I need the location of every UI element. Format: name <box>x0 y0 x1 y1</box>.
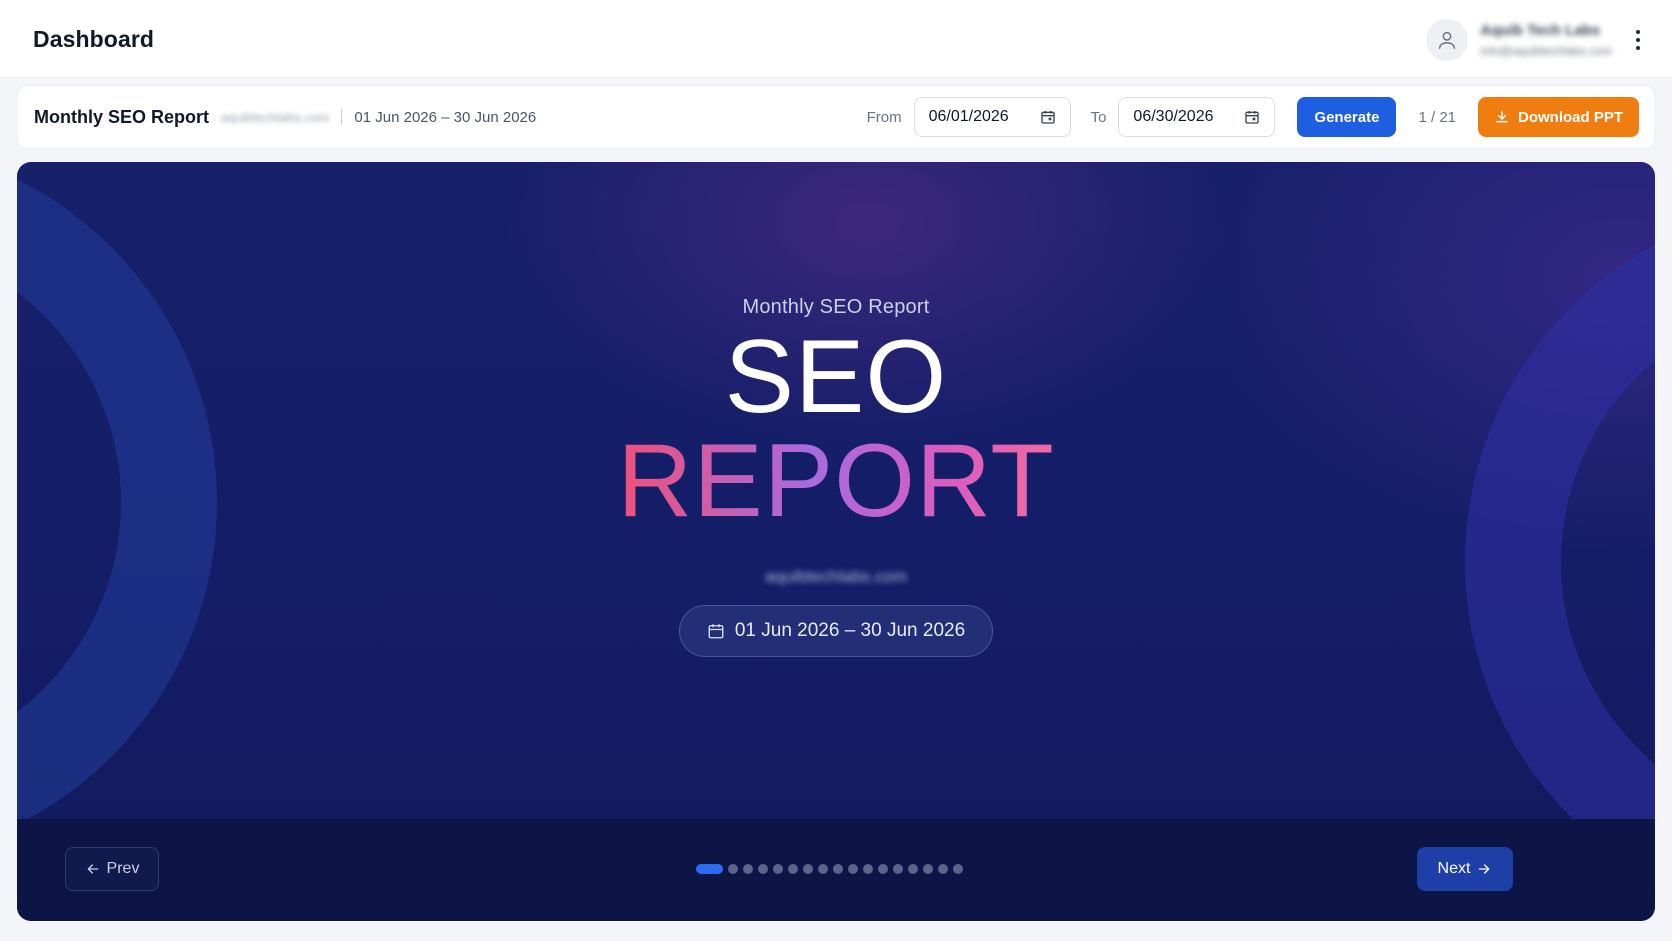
pagination-dot[interactable] <box>788 864 798 874</box>
slide-date-range: 01 Jun 2026 – 30 Jun 2026 <box>734 620 966 641</box>
more-vertical-icon[interactable] <box>1624 20 1652 60</box>
pagination-dot[interactable] <box>758 864 768 874</box>
prev-button[interactable]: Prev <box>65 847 159 891</box>
download-icon <box>1495 110 1509 123</box>
pagination-dot[interactable] <box>848 864 858 874</box>
pagination-dot[interactable] <box>938 864 948 874</box>
report-domain: aquibtechlabs.com <box>221 109 330 125</box>
report-toolbar: Monthly SEO Report aquibtechlabs.com 01 … <box>17 85 1655 149</box>
slide-domain: aquibtechlabs.com <box>765 567 907 586</box>
avatar[interactable] <box>1426 19 1469 61</box>
download-ppt-label: Download PPT <box>1518 108 1623 126</box>
user-icon <box>1439 31 1456 49</box>
slide-subtitle: Monthly SEO Report <box>742 296 930 318</box>
user-name: Aquib Tech Labs <box>1480 22 1601 39</box>
slide-page-indicator: 1 / 21 <box>1418 108 1456 126</box>
top-header: Dashboard Aquib Tech Labs info@aquibtech… <box>0 0 1672 78</box>
pagination-dot[interactable] <box>953 864 963 874</box>
arrow-left-icon <box>87 864 98 874</box>
slide-content: Monthly SEO Report SEO REPORT aquibtechl… <box>17 162 1655 822</box>
pagination-dot[interactable] <box>743 864 753 874</box>
report-title: Monthly SEO Report <box>34 106 209 127</box>
to-date-value: 06/30/2026 <box>1133 108 1214 125</box>
slide-pagination-dots <box>696 864 963 874</box>
slide-date-pill: 01 Jun 2026 – 30 Jun 2026 <box>678 605 994 657</box>
user-info: Aquib Tech Labs info@aquibtechlabs.com <box>1480 22 1612 58</box>
from-date-input[interactable]: 06/01/2026 <box>913 97 1071 137</box>
page-title: Dashboard <box>33 26 155 52</box>
from-label: From <box>866 108 902 126</box>
to-date-input[interactable]: 06/30/2026 <box>1118 97 1276 137</box>
arrow-right-icon <box>1479 864 1490 874</box>
pagination-dot[interactable] <box>833 864 843 874</box>
pagination-dot[interactable] <box>863 864 873 874</box>
pagination-dot[interactable] <box>908 864 918 874</box>
slide-navigation: Prev Next <box>17 819 1655 921</box>
user-email: info@aquibtechlabs.com <box>1480 44 1612 58</box>
pagination-dot[interactable] <box>803 864 813 874</box>
pagination-dot[interactable] <box>773 864 783 874</box>
pagination-dot[interactable] <box>893 864 903 874</box>
divider <box>341 109 343 125</box>
slide-title-report: REPORT <box>617 423 1055 539</box>
calendar-icon[interactable] <box>1040 109 1056 125</box>
generate-button[interactable]: Generate <box>1297 97 1397 137</box>
download-ppt-button[interactable]: Download PPT <box>1478 97 1639 137</box>
pagination-dot[interactable] <box>696 864 723 874</box>
user-menu[interactable]: Aquib Tech Labs info@aquibtechlabs.com <box>1426 18 1652 62</box>
pagination-dot[interactable] <box>923 864 933 874</box>
slide-title-seo: SEO <box>724 319 948 435</box>
to-label: To <box>1090 108 1107 126</box>
pagination-dot[interactable] <box>818 864 828 874</box>
prev-label: Prev <box>106 860 140 877</box>
pagination-dot[interactable] <box>878 864 888 874</box>
calendar-icon[interactable] <box>1244 109 1260 125</box>
report-date-range: 01 Jun 2026 – 30 Jun 2026 <box>354 108 537 126</box>
pagination-dot[interactable] <box>728 864 738 874</box>
calendar-icon <box>708 624 724 639</box>
from-date-value: 06/01/2026 <box>928 108 1009 125</box>
slide-preview: Monthly SEO Report SEO REPORT aquibtechl… <box>17 162 1655 921</box>
next-label: Next <box>1437 860 1471 877</box>
next-button[interactable]: Next <box>1417 847 1513 891</box>
